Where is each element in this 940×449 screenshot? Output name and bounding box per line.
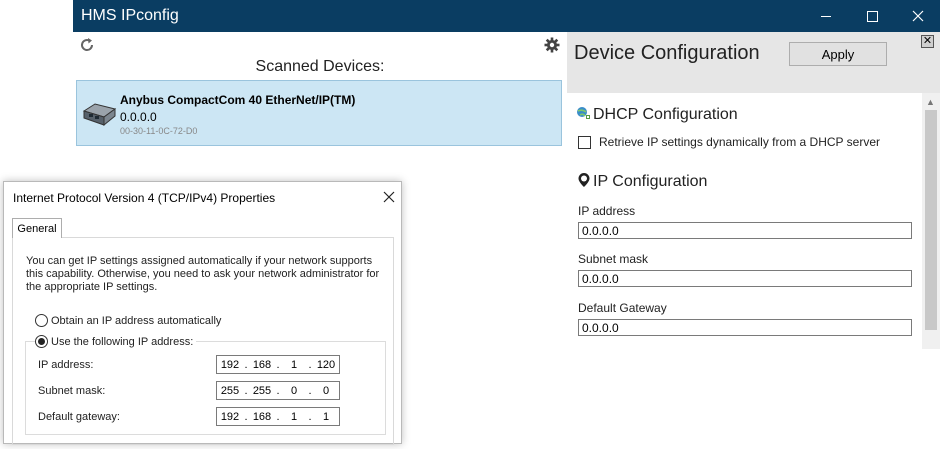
dialog-ip-address-label: IP address: [38,359,94,371]
subnet-octet-2: 255 [252,384,272,397]
minimize-button[interactable] [803,0,849,32]
octet-separator: . [308,358,312,371]
dhcp-checkbox-label: Retrieve IP settings dynamically from a … [599,135,880,149]
title-bar: HMS IPconfig [73,0,940,32]
use-following-ip-radio-row[interactable]: Use the following IP address: [35,335,197,348]
device-name: Anybus CompactCom 40 EtherNet/IP(TM) [120,93,356,107]
close-icon [912,10,924,22]
dialog-title: Internet Protocol Version 4 (TCP/IPv4) P… [13,191,276,205]
dialog-ip-address-field[interactable]: 192. 168. 1. 120 [216,355,340,374]
gateway-octet-1: 192 [220,410,240,423]
subnet-octet-1: 255 [220,384,240,397]
refresh-icon[interactable] [79,37,95,53]
tab-general[interactable]: General [12,218,62,238]
scanned-devices-title: Scanned Devices: [255,58,385,75]
subnet-mask-label: Subnet mask [578,252,649,266]
device-config-header: Device Configuration Apply ✕ [567,32,940,93]
octet-separator: . [276,358,280,371]
ip-address-label: IP address [578,204,636,218]
dialog-subnet-mask-field[interactable]: 255. 255. 0. 0 [216,381,340,400]
dialog-intro-text: You can get IP settings assigned automat… [26,255,380,293]
ip-location-pin-icon [578,173,590,187]
scroll-thumb[interactable] [925,110,937,330]
obtain-ip-auto-label: Obtain an IP address automatically [51,314,222,327]
settings-gear-icon[interactable] [544,37,560,53]
octet-separator: . [244,410,248,423]
dhcp-checkbox[interactable] [578,135,591,149]
dhcp-checkbox-row[interactable]: Retrieve IP settings dynamically from a … [578,135,880,149]
window-title: HMS IPconfig [81,7,179,24]
network-device-icon [82,103,117,127]
octet-separator: . [244,358,248,371]
ip-octet-4: 120 [316,358,336,371]
ip-section-title: IP Configuration [593,173,708,190]
obtain-ip-auto-radio[interactable] [35,314,48,327]
octet-separator: . [276,384,280,397]
close-icon [383,191,395,203]
octet-separator: . [308,410,312,423]
close-panel-icon[interactable]: ✕ [921,35,934,48]
use-following-ip-label: Use the following IP address: [51,335,194,348]
dialog-default-gateway-label: Default gateway: [38,411,120,423]
subnet-octet-3: 0 [290,384,298,397]
ip-octet-3: 1 [290,358,298,371]
device-config-title: Device Configuration [574,42,760,64]
obtain-ip-auto-radio-row[interactable]: Obtain an IP address automatically [35,314,221,327]
subnet-mask-input[interactable] [578,270,912,287]
scroll-up-icon[interactable]: ▲ [926,97,935,107]
maximize-icon [866,10,878,22]
device-list-item[interactable]: Anybus CompactCom 40 EtherNet/IP(TM) 0.0… [76,80,562,146]
default-gateway-label: Default Gateway [578,301,667,315]
octet-separator: . [276,410,280,423]
device-config-body: DHCP Configuration Retrieve IP settings … [567,93,922,349]
gateway-octet-2: 168 [252,410,272,423]
ip-octet-2: 168 [252,358,272,371]
minimize-icon [821,15,831,17]
subnet-octet-4: 0 [322,384,330,397]
gateway-octet-3: 1 [290,410,298,423]
dialog-close-button[interactable] [381,186,397,206]
dialog-subnet-mask-label: Subnet mask: [38,385,106,397]
gateway-octet-4: 1 [322,410,330,423]
default-gateway-input[interactable] [578,319,912,336]
device-mac: 00-30-11-0C-72-D0 [120,126,198,136]
device-ip: 0.0.0.0 [120,110,157,124]
apply-button[interactable]: Apply [789,42,887,66]
octet-separator: . [308,384,312,397]
dhcp-icon [577,107,590,119]
use-following-ip-radio[interactable] [35,335,48,348]
close-window-button[interactable] [895,0,940,32]
ip-address-input[interactable] [578,222,912,239]
octet-separator: . [244,384,248,397]
dialog-default-gateway-field[interactable]: 192. 168. 1. 1 [216,407,340,426]
ipv4-properties-dialog: Internet Protocol Version 4 (TCP/IPv4) P… [3,181,402,445]
ip-octet-1: 192 [220,358,240,371]
dhcp-section-title: DHCP Configuration [593,106,738,123]
config-scrollbar[interactable]: ▲ [922,93,940,349]
maximize-button[interactable] [849,0,895,32]
